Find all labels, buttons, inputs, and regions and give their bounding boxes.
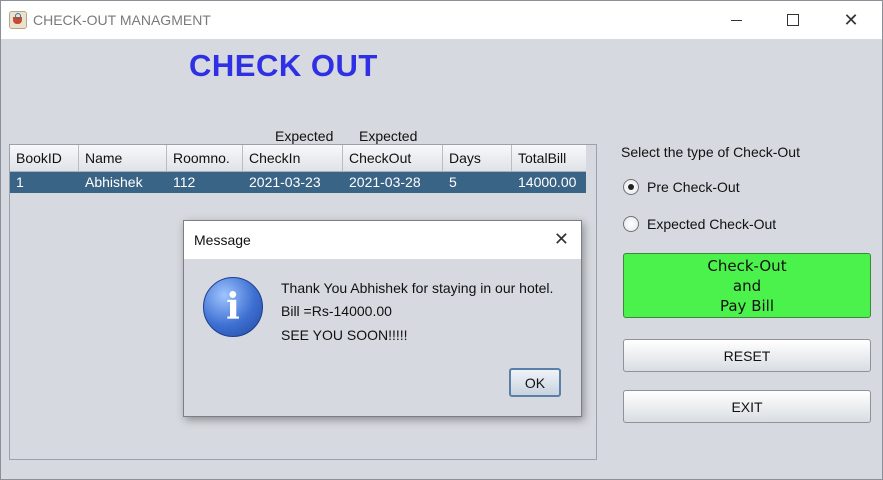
- checkout-type-label: Select the type of Check-Out: [621, 144, 800, 160]
- close-icon: ✕: [843, 9, 859, 31]
- column-header-days[interactable]: Days: [443, 145, 512, 171]
- radio-pre-checkout[interactable]: Pre Check-Out: [623, 179, 740, 195]
- radio-expected-checkout[interactable]: Expected Check-Out: [623, 216, 776, 232]
- checkout-window: CHECK-OUT MANAGMENT ✕ CHECK OUT Expected…: [0, 0, 883, 480]
- column-header-checkout[interactable]: CheckOut: [343, 145, 443, 171]
- column-header-checkin[interactable]: CheckIn: [243, 145, 343, 171]
- maximize-icon: [787, 14, 799, 26]
- cell-totalbill: 14000.00: [518, 174, 577, 190]
- dialog-close-icon[interactable]: ✕: [554, 229, 569, 250]
- table-row[interactable]: 1 Abhishek 112 2021-03-23 2021-03-28 5 1…: [10, 172, 586, 193]
- reset-button[interactable]: RESET: [623, 339, 871, 372]
- page-title: CHECK OUT: [189, 48, 378, 83]
- cell-name: Abhishek: [85, 174, 143, 190]
- message-dialog: Message ✕ i Thank You Abhishek for stayi…: [183, 220, 582, 417]
- pay-button-line2: and: [732, 276, 762, 295]
- close-button[interactable]: ✕: [822, 1, 880, 39]
- cell-days: 5: [449, 174, 457, 190]
- radio-button-selected[interactable]: [623, 179, 639, 195]
- cell-checkout: 2021-03-28: [349, 174, 421, 190]
- pay-button-line1: Check-Out: [707, 256, 787, 275]
- title-bar: CHECK-OUT MANAGMENT ✕: [1, 1, 882, 39]
- pay-button-line3: Pay Bill: [719, 296, 774, 315]
- checkin-expected-label: Expected: [275, 128, 334, 144]
- ok-button[interactable]: OK: [509, 368, 561, 397]
- window-title: CHECK-OUT MANAGMENT: [33, 12, 211, 28]
- radio-pre-checkout-label: Pre Check-Out: [647, 179, 740, 195]
- checkout-pay-bill-button[interactable]: Check-Out and Pay Bill: [623, 253, 871, 318]
- dialog-title-bar: Message ✕: [184, 221, 581, 259]
- radio-button[interactable]: [623, 216, 639, 232]
- exit-button[interactable]: EXIT: [623, 390, 871, 423]
- minimize-button[interactable]: [707, 1, 765, 39]
- radio-expected-checkout-label: Expected Check-Out: [647, 216, 777, 232]
- column-header-roomno[interactable]: Roomno.: [167, 145, 243, 171]
- dialog-message-line1: Thank You Abhishek for staying in our ho…: [281, 280, 554, 296]
- cell-checkin: 2021-03-23: [249, 174, 321, 190]
- dialog-title: Message: [194, 232, 251, 248]
- dialog-message-line2: Bill =Rs-14000.00: [281, 303, 392, 319]
- checkout-expected-label: Expected: [359, 128, 418, 144]
- java-app-icon: [9, 11, 27, 29]
- minimize-icon: [730, 19, 742, 21]
- column-header-bookid[interactable]: BookID: [10, 145, 79, 171]
- column-header-totalbill[interactable]: TotalBill: [512, 145, 586, 171]
- cell-bookid: 1: [16, 174, 24, 190]
- dialog-message-line3: SEE YOU SOON!!!!!: [281, 327, 408, 343]
- column-header-name[interactable]: Name: [79, 145, 167, 171]
- maximize-button[interactable]: [764, 1, 822, 39]
- dialog-body: i Thank You Abhishek for staying in our …: [184, 259, 581, 416]
- cell-roomno: 112: [173, 174, 196, 190]
- table-header: BookID Name Roomno. CheckIn CheckOut Day…: [10, 145, 586, 172]
- info-icon: i: [203, 277, 263, 337]
